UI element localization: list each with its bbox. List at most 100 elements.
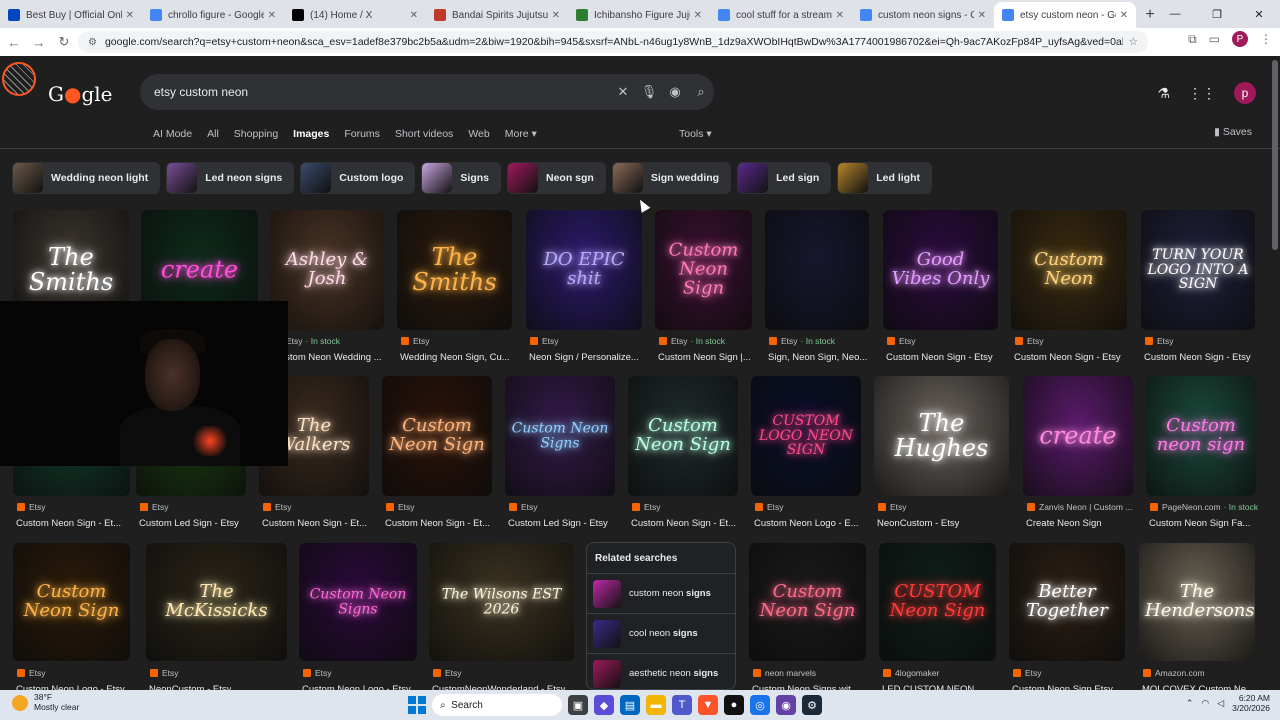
image-result-thumbnail[interactable]: Custom Neon Sign xyxy=(749,543,866,661)
task-view-icon[interactable]: ▣ xyxy=(568,695,588,715)
tab-close-icon[interactable]: ✕ xyxy=(126,10,134,21)
tray-overflow-icon[interactable]: ⌃ xyxy=(1186,698,1194,709)
image-result-thumbnail[interactable]: Good Vibes Only xyxy=(883,210,998,330)
image-result-thumbnail[interactable]: create xyxy=(1023,376,1133,496)
result-source[interactable]: Etsy xyxy=(17,502,49,512)
image-result-thumbnail[interactable]: CUSTOM Neon Sign xyxy=(879,543,996,661)
result-source[interactable]: Etsy xyxy=(1145,336,1177,346)
related-search-item[interactable]: custom neon signs xyxy=(587,573,735,613)
maximize-icon[interactable]: ❐ xyxy=(1196,0,1238,28)
weather-widget[interactable]: 38°F Mostly clear xyxy=(12,692,79,713)
bookmark-star-icon[interactable]: ☆ xyxy=(1129,36,1138,48)
tools-button[interactable]: Tools ▾ xyxy=(679,128,712,140)
refinement-chip[interactable]: Led light xyxy=(837,162,933,194)
image-result-thumbnail[interactable]: TURN YOUR LOGO INTO A SIGN xyxy=(1141,210,1255,330)
result-caption[interactable]: Neon Sign / Personalize... xyxy=(529,352,639,363)
refinement-chip[interactable]: Signs xyxy=(421,162,501,194)
minimize-icon[interactable]: — xyxy=(1154,0,1196,28)
app-icon[interactable]: ● xyxy=(724,695,744,715)
forward-icon[interactable]: → xyxy=(28,31,50,53)
result-source[interactable]: Etsy · In stock xyxy=(659,336,725,346)
result-caption[interactable]: Custom Neon Sign - Et... xyxy=(631,518,736,529)
wifi-icon[interactable]: ◠ xyxy=(1201,698,1209,709)
result-source[interactable]: Etsy xyxy=(263,502,295,512)
tab-close-icon[interactable]: ✕ xyxy=(978,10,986,21)
search-tab[interactable]: Web xyxy=(468,128,489,140)
result-caption[interactable]: Sign, Neon Sign, Neo... xyxy=(768,352,867,363)
refinement-chip[interactable]: Wedding neon light xyxy=(12,162,161,194)
back-icon[interactable]: ← xyxy=(3,31,25,53)
result-source[interactable]: Zanvis Neon | Custom ... xyxy=(1027,502,1135,512)
clear-icon[interactable]: ✕ xyxy=(610,84,636,100)
browser-tab[interactable]: Best Buy | Official Online S ✕ xyxy=(0,2,142,28)
steam-icon[interactable]: ⚙ xyxy=(802,695,822,715)
browser-tab[interactable]: Bandai Spirits Jujutsu Kais ✕ xyxy=(426,2,568,28)
result-caption[interactable]: Custom Neon Sign - Et... xyxy=(16,518,121,529)
obs-icon[interactable]: ◉ xyxy=(776,695,796,715)
image-result-thumbnail[interactable]: CUSTOM LOGO NEON SIGN xyxy=(751,376,861,496)
lens-icon[interactable]: ◉ xyxy=(662,84,688,100)
related-search-item[interactable]: aesthetic neon signs xyxy=(587,653,735,690)
result-source[interactable]: Etsy xyxy=(1013,668,1045,678)
result-caption[interactable]: Custom Neon Sign - Etsy xyxy=(1144,352,1251,363)
search-query[interactable]: etsy custom neon xyxy=(154,85,610,99)
browser-tab[interactable]: cool stuff for a streaming ✕ xyxy=(710,2,852,28)
browser-tab[interactable]: etsy custom neon - Googl ✕ xyxy=(994,2,1136,28)
apps-grid-icon[interactable]: ⋮⋮ xyxy=(1188,85,1216,102)
search-tab[interactable]: Shopping xyxy=(234,128,278,140)
close-window-icon[interactable]: ✕ xyxy=(1238,0,1280,28)
google-doodle-logo[interactable]: G●gle xyxy=(0,60,120,120)
search-tab[interactable]: Forums xyxy=(344,128,380,140)
result-source[interactable]: Etsy xyxy=(17,668,49,678)
result-caption[interactable]: Custom Neon Sign |... xyxy=(658,352,751,363)
extensions-icon[interactable]: ⧉ xyxy=(1188,32,1197,47)
result-caption[interactable]: Custom Neon Sign Fa... xyxy=(1149,518,1250,529)
result-caption[interactable]: Custom Led Sign - Etsy xyxy=(508,518,608,529)
mic-icon[interactable]: 🎙 xyxy=(636,84,662,100)
tab-close-icon[interactable]: ✕ xyxy=(410,10,418,21)
image-result-thumbnail[interactable]: Better Together xyxy=(1009,543,1125,661)
image-result-thumbnail[interactable]: Custom Neon Sign xyxy=(655,210,752,330)
result-caption[interactable]: Custom Neon Sign - Et... xyxy=(385,518,490,529)
result-source[interactable]: Etsy xyxy=(386,502,418,512)
result-source[interactable]: Etsy xyxy=(509,502,541,512)
volume-icon[interactable]: ◁ xyxy=(1217,698,1224,709)
result-source[interactable]: Etsy xyxy=(887,336,919,346)
windows-start-icon[interactable] xyxy=(408,696,426,714)
browser-tab[interactable]: custom neon signs - Goog ✕ xyxy=(852,2,994,28)
browser-tab[interactable]: chrollo figure - Google Sea ✕ xyxy=(142,2,284,28)
result-source[interactable]: Etsy xyxy=(140,502,172,512)
result-caption[interactable]: Custom Led Sign - Etsy xyxy=(139,518,239,529)
result-source[interactable]: Etsy xyxy=(530,336,562,346)
taskbar-search[interactable]: ⌕ Search xyxy=(432,694,562,716)
result-source[interactable]: Etsy xyxy=(755,502,787,512)
image-result-thumbnail[interactable]: Custom Neon Signs xyxy=(299,543,417,661)
result-source[interactable]: 4logomaker xyxy=(883,668,942,678)
result-source[interactable]: Etsy xyxy=(1015,336,1047,346)
image-result-thumbnail[interactable]: The Hendersons xyxy=(1139,543,1255,661)
result-source[interactable]: Etsy xyxy=(433,668,465,678)
image-result-thumbnail[interactable]: Custom Neon xyxy=(1011,210,1127,330)
copilot-icon[interactable]: ◆ xyxy=(594,695,614,715)
site-info-icon[interactable]: ⚙ xyxy=(88,37,97,48)
result-source[interactable]: Etsy · In stock xyxy=(769,336,835,346)
image-result-thumbnail[interactable]: The Smiths xyxy=(397,210,512,330)
image-result-thumbnail[interactable]: Custom Neon Sign xyxy=(13,543,130,661)
refinement-chip[interactable]: Led neon signs xyxy=(166,162,295,194)
brave-icon[interactable]: ▼ xyxy=(698,695,718,715)
refinement-chip[interactable]: Sign wedding xyxy=(611,162,732,194)
image-result-thumbnail[interactable]: Custom Neon Sign xyxy=(628,376,738,496)
result-source[interactable]: PageNeon.com · In stock xyxy=(1150,502,1258,512)
clock[interactable]: 6:20 AM 3/20/2026 xyxy=(1232,693,1270,713)
result-caption[interactable]: Wedding Neon Sign, Cu... xyxy=(400,352,510,363)
image-result-thumbnail[interactable] xyxy=(765,210,869,330)
teams-icon[interactable]: T xyxy=(672,695,692,715)
image-result-thumbnail[interactable]: The McKissicks xyxy=(146,543,287,661)
result-caption[interactable]: Custom Neon Wedding ... xyxy=(273,352,382,363)
image-result-thumbnail[interactable]: The Hughes xyxy=(874,376,1009,496)
result-caption[interactable]: Custom Neon Logo - E... xyxy=(754,518,859,529)
labs-flask-icon[interactable]: ⚗ xyxy=(1157,85,1170,102)
menu-dots-icon[interactable]: ⋮ xyxy=(1260,32,1272,46)
image-result-thumbnail[interactable]: DO EPIC shit xyxy=(526,210,642,330)
reload-icon[interactable]: ↻ xyxy=(53,31,75,53)
